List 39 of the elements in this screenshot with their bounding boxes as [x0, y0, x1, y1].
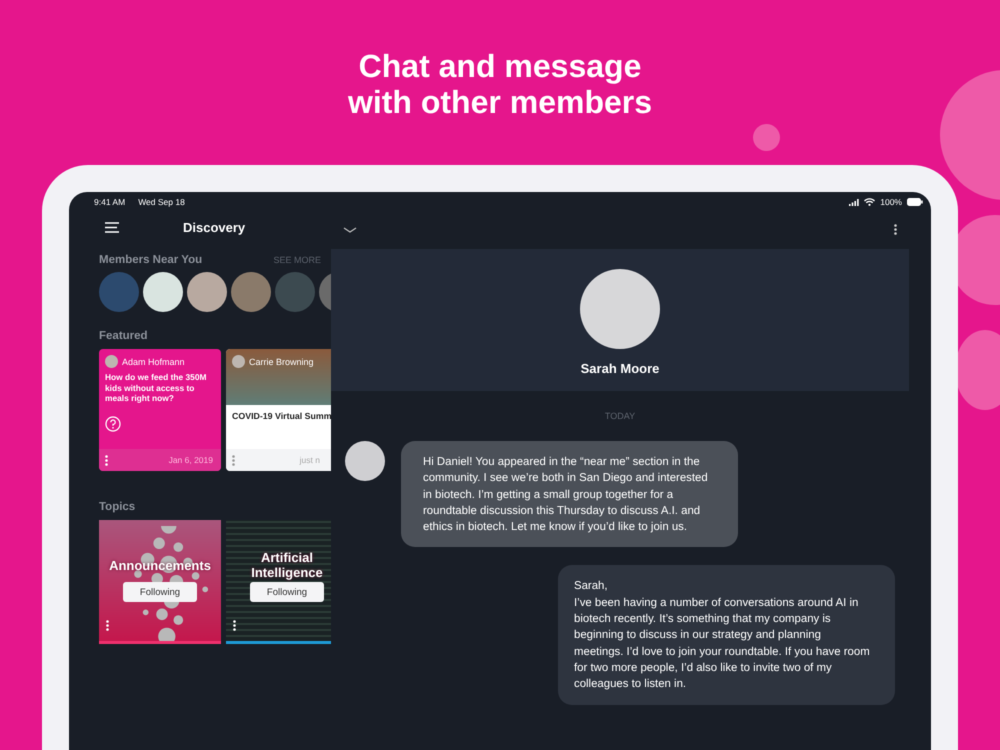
card-date: Jan 6, 2019: [168, 455, 213, 465]
menu-icon[interactable]: [105, 222, 119, 232]
topic-tile[interactable]: Artificial Intelligence Following: [226, 520, 331, 644]
headline: with other members: [348, 84, 652, 120]
section-heading: Featured: [99, 330, 149, 342]
day-label: TODAY: [604, 411, 636, 421]
event-title: COVID-19 Virtual Summ: [231, 410, 331, 423]
following-button[interactable]: Following: [250, 582, 324, 602]
featured-card[interactable]: Adam Hofmann How do we feed the 350M kids without access to meals right now? Jan 6, 2019: [99, 349, 221, 471]
section-heading: Members Near You: [99, 254, 202, 266]
headline: Chat and message: [358, 48, 642, 84]
author-name: Carrie Browning: [249, 356, 314, 366]
avatar-photo[interactable]: [187, 272, 227, 312]
question-text: How do we feed the 350M kids without access to meals right now?: [104, 371, 208, 404]
section-heading: Topics: [99, 501, 136, 513]
battery-percent: 100%: [880, 197, 902, 207]
author-name: Adam Hofmann: [122, 356, 185, 366]
status-time: 9:41 AM: [94, 197, 126, 207]
avatar-photo: [345, 441, 385, 481]
message-bubble: Hi Daniel! You appeared in the “near me” section in the community. I see we’re both in San Diego and interested in biotech. I’m getting a small group together for a roundtable discussion this Thursday to discuss A.I. and ethics in biotech. Let me know if you’d like to join us.: [401, 441, 738, 548]
chevron-down-icon[interactable]: [343, 226, 357, 232]
avatar-photo[interactable]: [143, 272, 183, 312]
author-avatar: [105, 355, 118, 368]
author-avatar: [232, 355, 245, 368]
battery-icon: [907, 198, 923, 206]
screen-title: Discovery: [183, 220, 246, 234]
status-date: Wed Sep 18: [138, 197, 185, 207]
more-icon[interactable]: [894, 224, 897, 235]
card-date: just n: [300, 455, 320, 465]
more-icon[interactable]: [233, 620, 236, 631]
contact-name: Sarah Moore: [580, 361, 660, 376]
message-bubble: Sarah, I’ve been having a number of conversations around AI in biotech recently. It’s something that my company is beginning to discuss in our strategy and planning meetings. I’d love to join your roundtable. If you have room for two more people, I’d also like to invite two of my colleagues to listen in.: [558, 565, 895, 705]
wifi-icon: [864, 198, 876, 206]
signal-icon: [849, 198, 860, 206]
topic-name: Artificial Intelligence: [250, 550, 324, 580]
following-button[interactable]: Following: [123, 582, 197, 602]
featured-card[interactable]: Carrie Browning COVID-19 Virtual Summ just n: [226, 349, 331, 471]
question-icon: [105, 416, 121, 432]
decor-circle: [753, 124, 780, 151]
